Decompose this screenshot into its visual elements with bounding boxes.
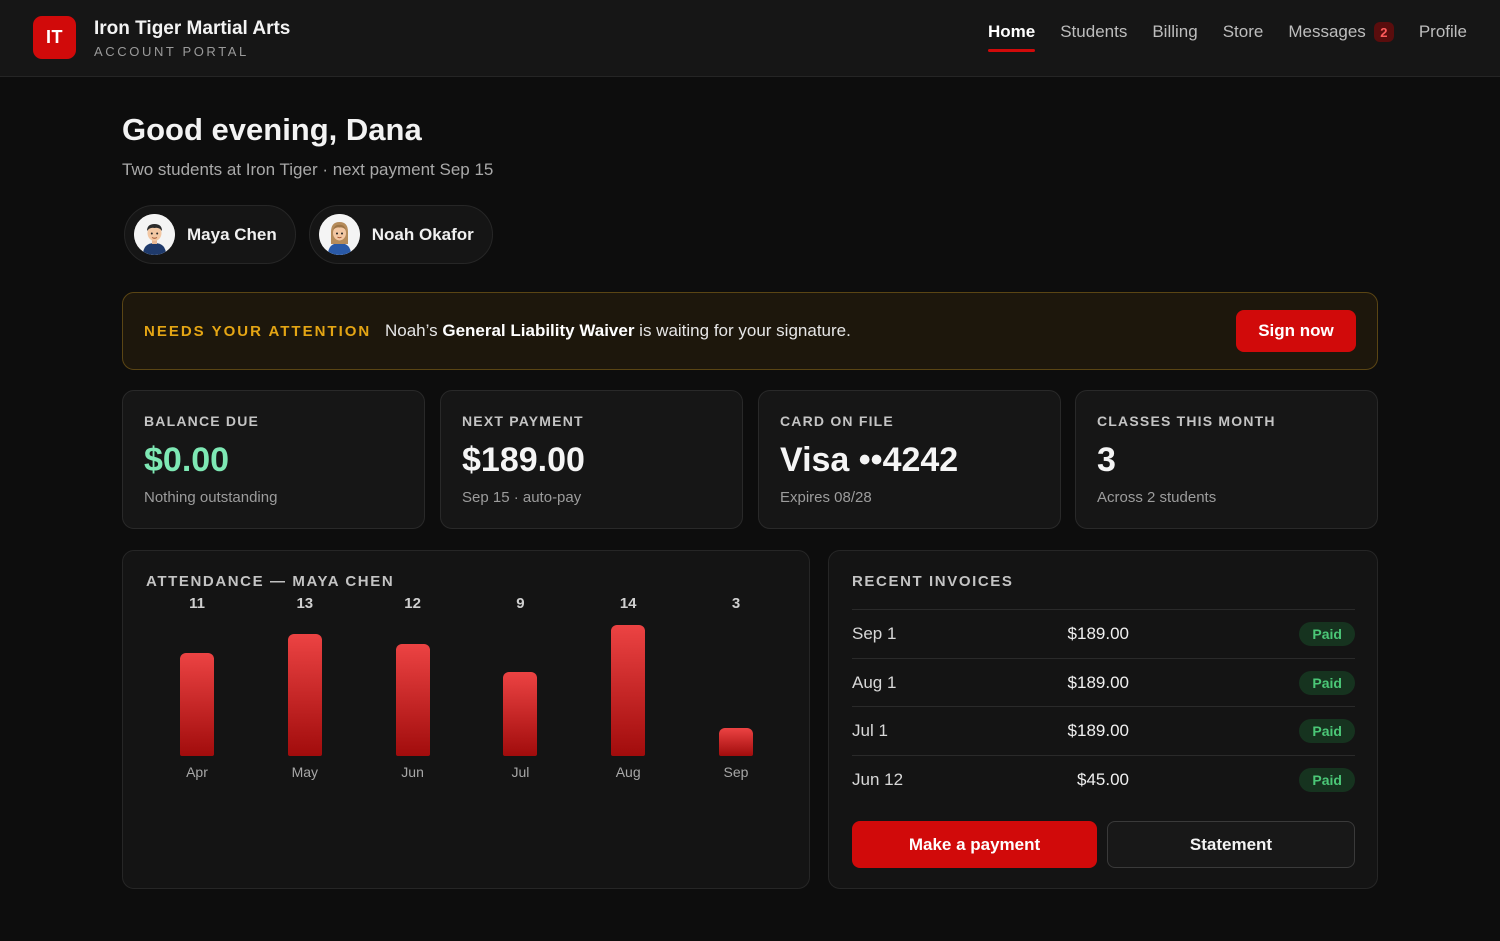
nav-profile[interactable]: Profile: [1419, 22, 1467, 50]
waiver-name: General Liability Waiver: [442, 321, 635, 340]
attendance-month-label: Apr: [186, 764, 208, 780]
stat-card-card-on-file: CARD ON FILE Visa ••4242 Expires 08/28: [758, 390, 1061, 529]
nav-students[interactable]: Students: [1060, 22, 1127, 50]
attendance-bar-jul: [503, 672, 538, 756]
attendance-bar-apr: [180, 653, 214, 756]
nav-billing-label: Billing: [1152, 22, 1198, 41]
top-bar: IT Iron Tiger Martial Arts ACCOUNT PORTA…: [0, 0, 1500, 77]
status-badge: Paid: [1299, 622, 1355, 646]
invoices-title: RECENT INVOICES: [852, 573, 1014, 590]
attendance-bar-sep: [719, 728, 753, 756]
statement-button[interactable]: Statement: [1107, 821, 1355, 868]
student-chip-noah[interactable]: Noah Okafor: [308, 205, 493, 264]
nav-messages[interactable]: Messages 2: [1288, 22, 1394, 50]
stat-label: BALANCE DUE: [144, 413, 260, 429]
attention-message: Noah’s General Liability Waiver is waiti…: [385, 321, 851, 341]
student-switcher: Maya Chen Noah Okafor: [124, 205, 493, 264]
student-chip-maya[interactable]: Maya Chen: [124, 205, 296, 264]
page-title: Good evening, Dana: [122, 112, 422, 147]
invoice-row[interactable]: Aug 1 $189.00 Paid: [852, 657, 1355, 707]
invoice-row[interactable]: Jun 12 $45.00 Paid: [852, 754, 1355, 804]
attendance-value-label: 12: [404, 595, 421, 612]
nav-messages-label: Messages: [1288, 22, 1366, 41]
stat-label: CLASSES THIS MONTH: [1097, 413, 1276, 429]
stat-note: Across 2 students: [1097, 489, 1217, 506]
stat-note: Sep 15 · auto-pay: [462, 489, 582, 506]
attendance-month-label: May: [291, 764, 319, 780]
student-name: Noah Okafor: [371, 224, 474, 244]
attendance-bar-may: [287, 634, 322, 756]
stat-note: Nothing outstanding: [144, 489, 278, 506]
page-subtitle: Two students at Iron Tiger · next paymen…: [122, 160, 494, 179]
attendance-value-label: 13: [296, 595, 314, 612]
stat-label: CARD ON FILE: [780, 413, 894, 429]
boy-avatar-icon: [134, 214, 175, 255]
stat-card-classes: CLASSES THIS MONTH 3 Across 2 students: [1075, 390, 1378, 529]
invoice-amount: $45.00: [1077, 769, 1129, 789]
stat-value: Visa ••4242: [780, 441, 959, 479]
main-nav: Home Students Billing Store Messages 2 P…: [987, 22, 1467, 52]
make-payment-button[interactable]: Make a payment: [852, 821, 1097, 868]
brand-subtitle: ACCOUNT PORTAL: [94, 44, 249, 59]
attendance-month-label: Sep: [723, 764, 749, 780]
invoice-row[interactable]: Jul 1 $189.00 Paid: [852, 706, 1355, 755]
invoice-date: Aug 1: [852, 672, 897, 692]
stat-card-next-payment: NEXT PAYMENT $189.00 Sep 15 · auto-pay: [440, 390, 743, 529]
nav-store[interactable]: Store: [1223, 22, 1264, 50]
nav-profile-label: Profile: [1418, 22, 1467, 41]
invoice-amount: $189.00: [1067, 624, 1129, 643]
attendance-bar-aug: [611, 625, 646, 756]
sign-now-button[interactable]: Sign now: [1236, 310, 1356, 352]
attention-label: NEEDS YOUR ATTENTION: [144, 323, 372, 340]
invoice-date: Sep 1: [852, 624, 897, 643]
attendance-panel: 11 Apr 13 May 12 Jun 9 Jul 14 Aug 3 Sep ATTENDANCE …: [122, 550, 810, 889]
status-badge: Paid: [1299, 719, 1355, 743]
attention-text-after: is waiting for your signature.: [634, 321, 851, 340]
attention-text-before: Noah’s: [385, 321, 443, 340]
attendance-month-label: Jun: [401, 764, 424, 780]
attendance-value-label: 3: [731, 595, 741, 612]
stat-value: $0.00: [144, 441, 230, 479]
nav-billing[interactable]: Billing: [1152, 22, 1197, 50]
attention-banner: NEEDS YOUR ATTENTION Noah’s General Liab…: [122, 292, 1378, 370]
stat-value: 3: [1097, 441, 1116, 479]
attendance-title: ATTENDANCE — MAYA CHEN: [146, 573, 395, 590]
messages-count-badge: 2: [1373, 22, 1394, 42]
stat-card-balance: BALANCE DUE $0.00 Nothing outstanding: [122, 390, 425, 529]
girl-avatar-icon: [318, 214, 360, 255]
invoice-date: Jul 1: [852, 721, 888, 740]
invoice-date: Jun 12: [852, 769, 904, 789]
invoices-panel: RECENT INVOICES Sep 1 $189.00 Paid Aug 1…: [828, 550, 1378, 889]
brand-name: Iron Tiger Martial Arts: [94, 18, 291, 39]
attendance-month-label: Aug: [615, 764, 641, 780]
attendance-chart: 11 Apr 13 May 12 Jun 9 Jul 14 Aug 3 Sep: [123, 551, 811, 890]
invoice-amount: $189.00: [1067, 721, 1129, 740]
attendance-value-label: 14: [619, 595, 637, 612]
invoice-row[interactable]: Sep 1 $189.00 Paid: [852, 609, 1355, 658]
nav-store-label: Store: [1222, 22, 1264, 41]
stat-note: Expires 08/28: [780, 489, 872, 506]
status-badge: Paid: [1299, 767, 1355, 792]
brand-logo[interactable]: IT: [33, 16, 76, 59]
invoice-amount: $189.00: [1067, 672, 1129, 692]
nav-students-label: Students: [1060, 22, 1128, 41]
student-name: Maya Chen: [187, 224, 277, 244]
status-badge: Paid: [1299, 670, 1355, 695]
nav-home-label: Home: [987, 22, 1036, 41]
invoice-list: Sep 1 $189.00 Paid Aug 1 $189.00 Paid Ju…: [852, 609, 1355, 803]
stat-value: $189.00: [462, 441, 585, 479]
attendance-value-label: 11: [189, 595, 205, 612]
attendance-bar-jun: [395, 644, 430, 756]
nav-home[interactable]: Home: [987, 22, 1036, 52]
attendance-value-label: 9: [516, 595, 525, 612]
attendance-month-label: Jul: [511, 764, 530, 780]
stat-label: NEXT PAYMENT: [462, 413, 584, 429]
